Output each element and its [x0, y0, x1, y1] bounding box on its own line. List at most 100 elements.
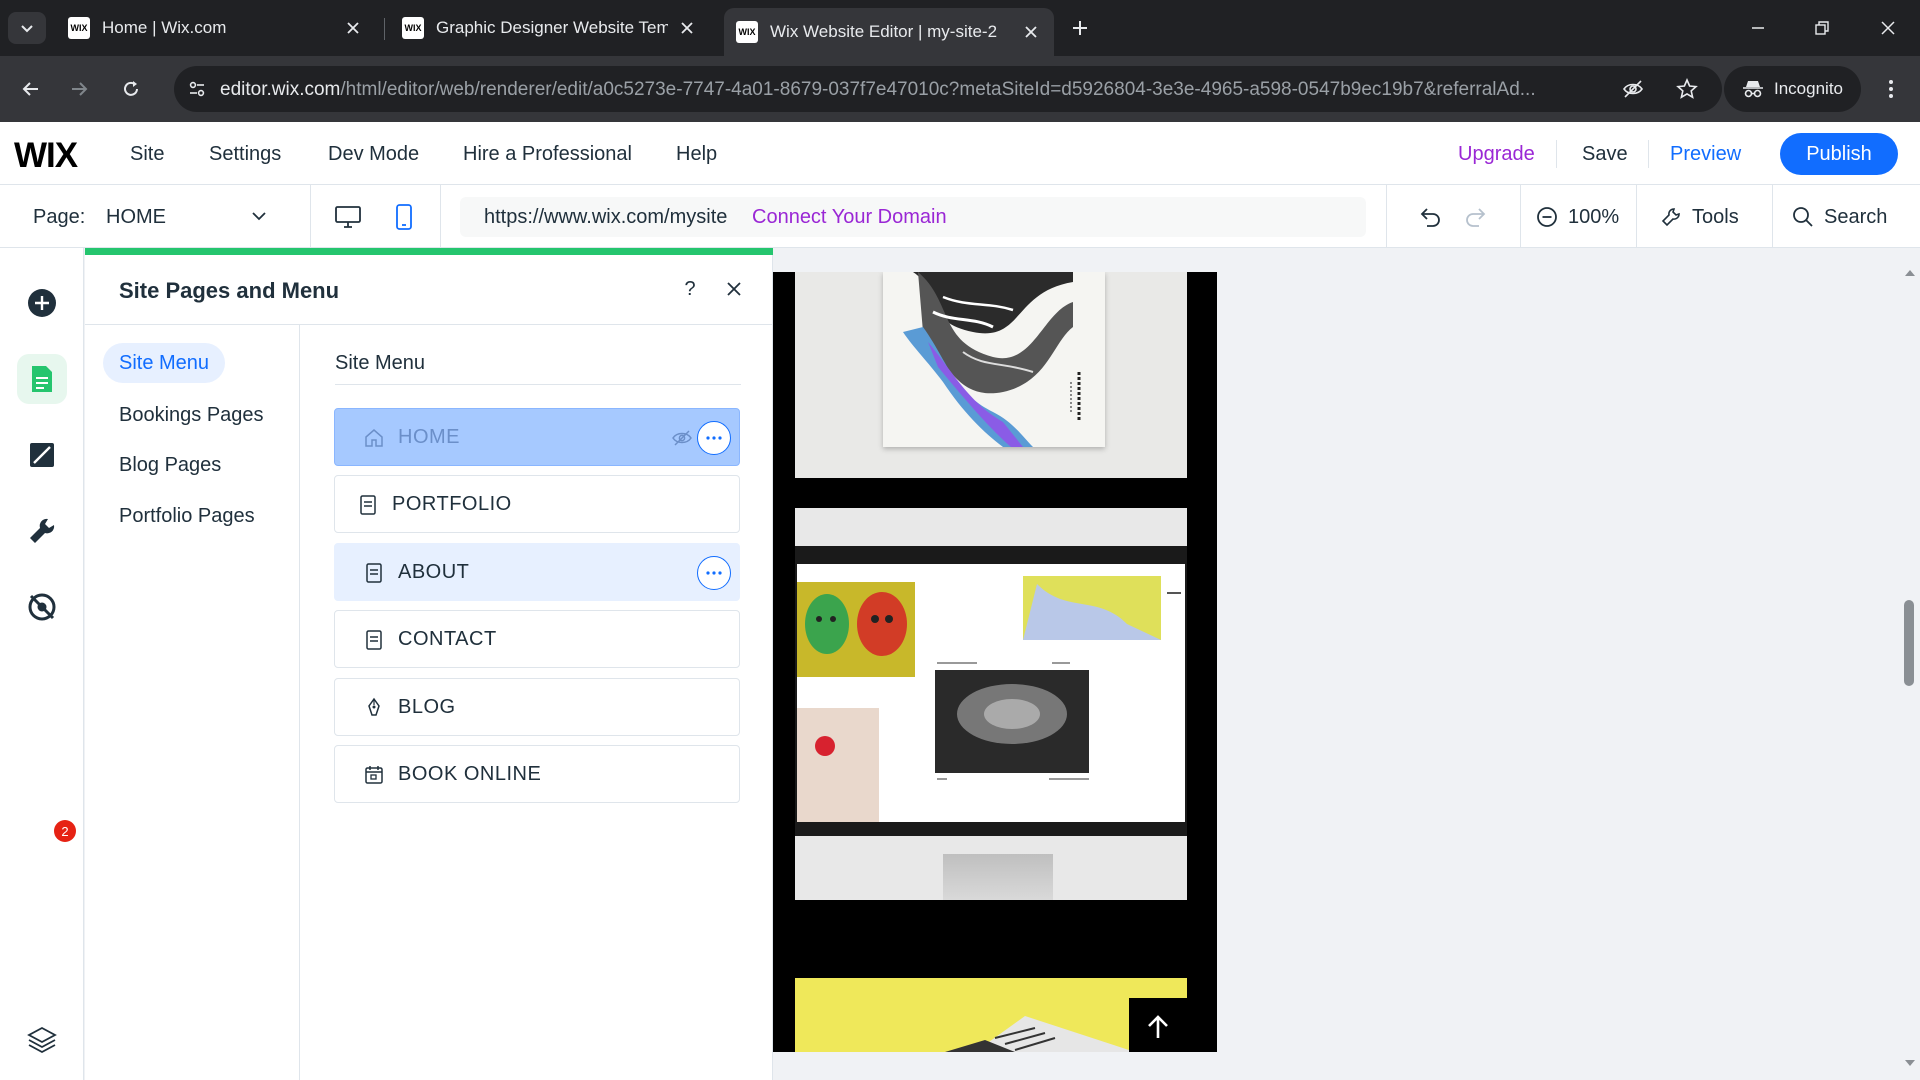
divider [1520, 185, 1521, 248]
page-item-contact[interactable]: CONTACT [334, 610, 740, 668]
business-tools-button[interactable] [17, 506, 67, 556]
page-item-home[interactable]: HOME [334, 408, 740, 466]
chevron-down-icon[interactable] [250, 207, 268, 225]
monitor-stand [943, 854, 1053, 900]
menu-site[interactable]: Site [130, 143, 164, 166]
zoom-button[interactable]: 100% [1536, 199, 1619, 235]
arrow-left-icon [22, 82, 38, 96]
left-tool-rail: 2 [0, 248, 84, 1080]
wix-logo[interactable]: WIX [14, 136, 78, 176]
connect-domain-link[interactable]: Connect Your Domain [752, 206, 947, 229]
preview-button[interactable]: Preview [1670, 143, 1741, 166]
incognito-indicator[interactable]: Incognito [1724, 66, 1861, 112]
new-tab-button[interactable] [1064, 12, 1096, 44]
page-item-label: PORTFOLIO [392, 493, 512, 515]
scrollbar-thumb[interactable] [1904, 600, 1914, 686]
site-settings-icon[interactable] [182, 74, 212, 104]
help-button[interactable]: ? [675, 274, 705, 304]
page-item-portfolio[interactable]: PORTFOLIO [334, 475, 740, 533]
divider [1772, 185, 1773, 248]
abstract-print [883, 272, 1105, 447]
menu-help[interactable]: Help [676, 143, 717, 166]
browser-menu-button[interactable] [1874, 72, 1908, 106]
notification-badge: 2 [54, 820, 76, 842]
page-item-label: BLOG [398, 696, 456, 718]
more-actions-button[interactable] [697, 556, 731, 590]
pages-button[interactable] [17, 354, 67, 404]
page-item-about[interactable]: ABOUT [334, 543, 740, 601]
sidenav-blog-pages[interactable]: Blog Pages [103, 445, 237, 485]
back-to-top-button[interactable] [1129, 998, 1187, 1052]
menu-settings[interactable]: Settings [209, 143, 281, 166]
home-icon [363, 427, 385, 449]
publish-button[interactable]: Publish [1780, 133, 1898, 175]
sidenav-portfolio-pages[interactable]: Portfolio Pages [103, 496, 271, 536]
forward-button[interactable] [62, 72, 96, 106]
close-tab-icon[interactable] [676, 17, 698, 39]
close-icon [1881, 21, 1895, 35]
tracking-blocked-icon[interactable] [1618, 74, 1648, 104]
menu-dev-mode[interactable]: Dev Mode [328, 143, 419, 166]
page-selector[interactable]: HOME [106, 206, 166, 229]
editor-canvas[interactable] [773, 248, 1920, 1080]
back-button[interactable] [14, 72, 48, 106]
upgrade-button[interactable]: Upgrade [1458, 143, 1535, 166]
sidenav-bookings-pages[interactable]: Bookings Pages [103, 395, 280, 435]
tab-title: Wix Website Editor | my-site-2 [770, 22, 998, 41]
close-window-button[interactable] [1868, 10, 1908, 46]
more-actions-button[interactable] [697, 421, 731, 455]
tools-button[interactable]: Tools [1660, 199, 1739, 235]
sidenav-site-menu[interactable]: Site Menu [103, 343, 226, 383]
search-button[interactable]: Search [1792, 199, 1887, 235]
mobile-view-button[interactable] [384, 199, 424, 235]
calendar-icon [363, 764, 385, 786]
add-elements-button[interactable] [17, 278, 67, 328]
close-tab-icon[interactable] [342, 17, 364, 39]
kebab-icon [1889, 80, 1893, 98]
scroll-down-icon [1905, 1060, 1915, 1066]
menu-hire-a-professional[interactable]: Hire a Professional [463, 143, 632, 166]
undo-button[interactable] [1410, 199, 1450, 235]
page-item-label: HOME [398, 426, 460, 448]
divider [1636, 185, 1637, 248]
divider [1386, 185, 1387, 248]
bookmark-star-icon[interactable] [1672, 74, 1702, 104]
close-tab-icon[interactable] [1020, 21, 1042, 43]
mobile-site-preview[interactable] [773, 272, 1217, 1052]
minimize-icon [1752, 27, 1764, 29]
page-label: Page: [33, 206, 86, 228]
portfolio-monitor-image[interactable] [795, 508, 1187, 900]
close-panel-button[interactable] [719, 274, 749, 304]
divider [1648, 140, 1649, 168]
abstract-art-image[interactable] [795, 272, 1187, 478]
pages-icon [32, 366, 52, 392]
editor-toolbar: Page: HOME https://www.wix.com/mysite Co… [0, 185, 1920, 248]
browser-tab-2[interactable]: WIX Graphic Designer Website Temp [390, 8, 710, 48]
design-button[interactable] [17, 430, 67, 480]
save-button[interactable]: Save [1582, 143, 1628, 166]
layers-button[interactable] [20, 1018, 64, 1062]
browser-tab-3-active[interactable]: WIX Wix Website Editor | my-site-2 [724, 8, 1054, 56]
page-item-label: ABOUT [398, 561, 470, 583]
page-icon [357, 494, 379, 516]
tools-icon [1661, 208, 1680, 227]
arrow-right-icon [72, 82, 88, 96]
monitor-frame [795, 546, 1187, 836]
tab-search-button[interactable] [8, 12, 46, 44]
redo-button[interactable] [1456, 199, 1496, 235]
reload-button[interactable] [114, 72, 148, 106]
zoom-out-icon [1537, 207, 1557, 227]
restore-button[interactable] [1802, 10, 1842, 46]
hidden-elements-button[interactable] [17, 582, 67, 632]
search-icon [1793, 207, 1813, 227]
panel-side-nav: Site Menu Bookings Pages Blog Pages Port… [85, 325, 300, 1080]
incognito-label: Incognito [1774, 79, 1843, 98]
minimize-button[interactable] [1738, 10, 1778, 46]
address-bar[interactable]: editor.wix.com/html/editor/web/renderer/… [174, 66, 1722, 112]
desktop-view-button[interactable] [328, 199, 368, 235]
browser-toolbar: editor.wix.com/html/editor/web/renderer/… [0, 56, 1920, 122]
arrow-up-icon [1148, 1015, 1168, 1038]
browser-tab-1[interactable]: WIX Home | Wix.com [56, 8, 376, 48]
page-item-blog[interactable]: BLOG [334, 678, 740, 736]
page-item-book-online[interactable]: BOOK ONLINE [334, 745, 740, 803]
